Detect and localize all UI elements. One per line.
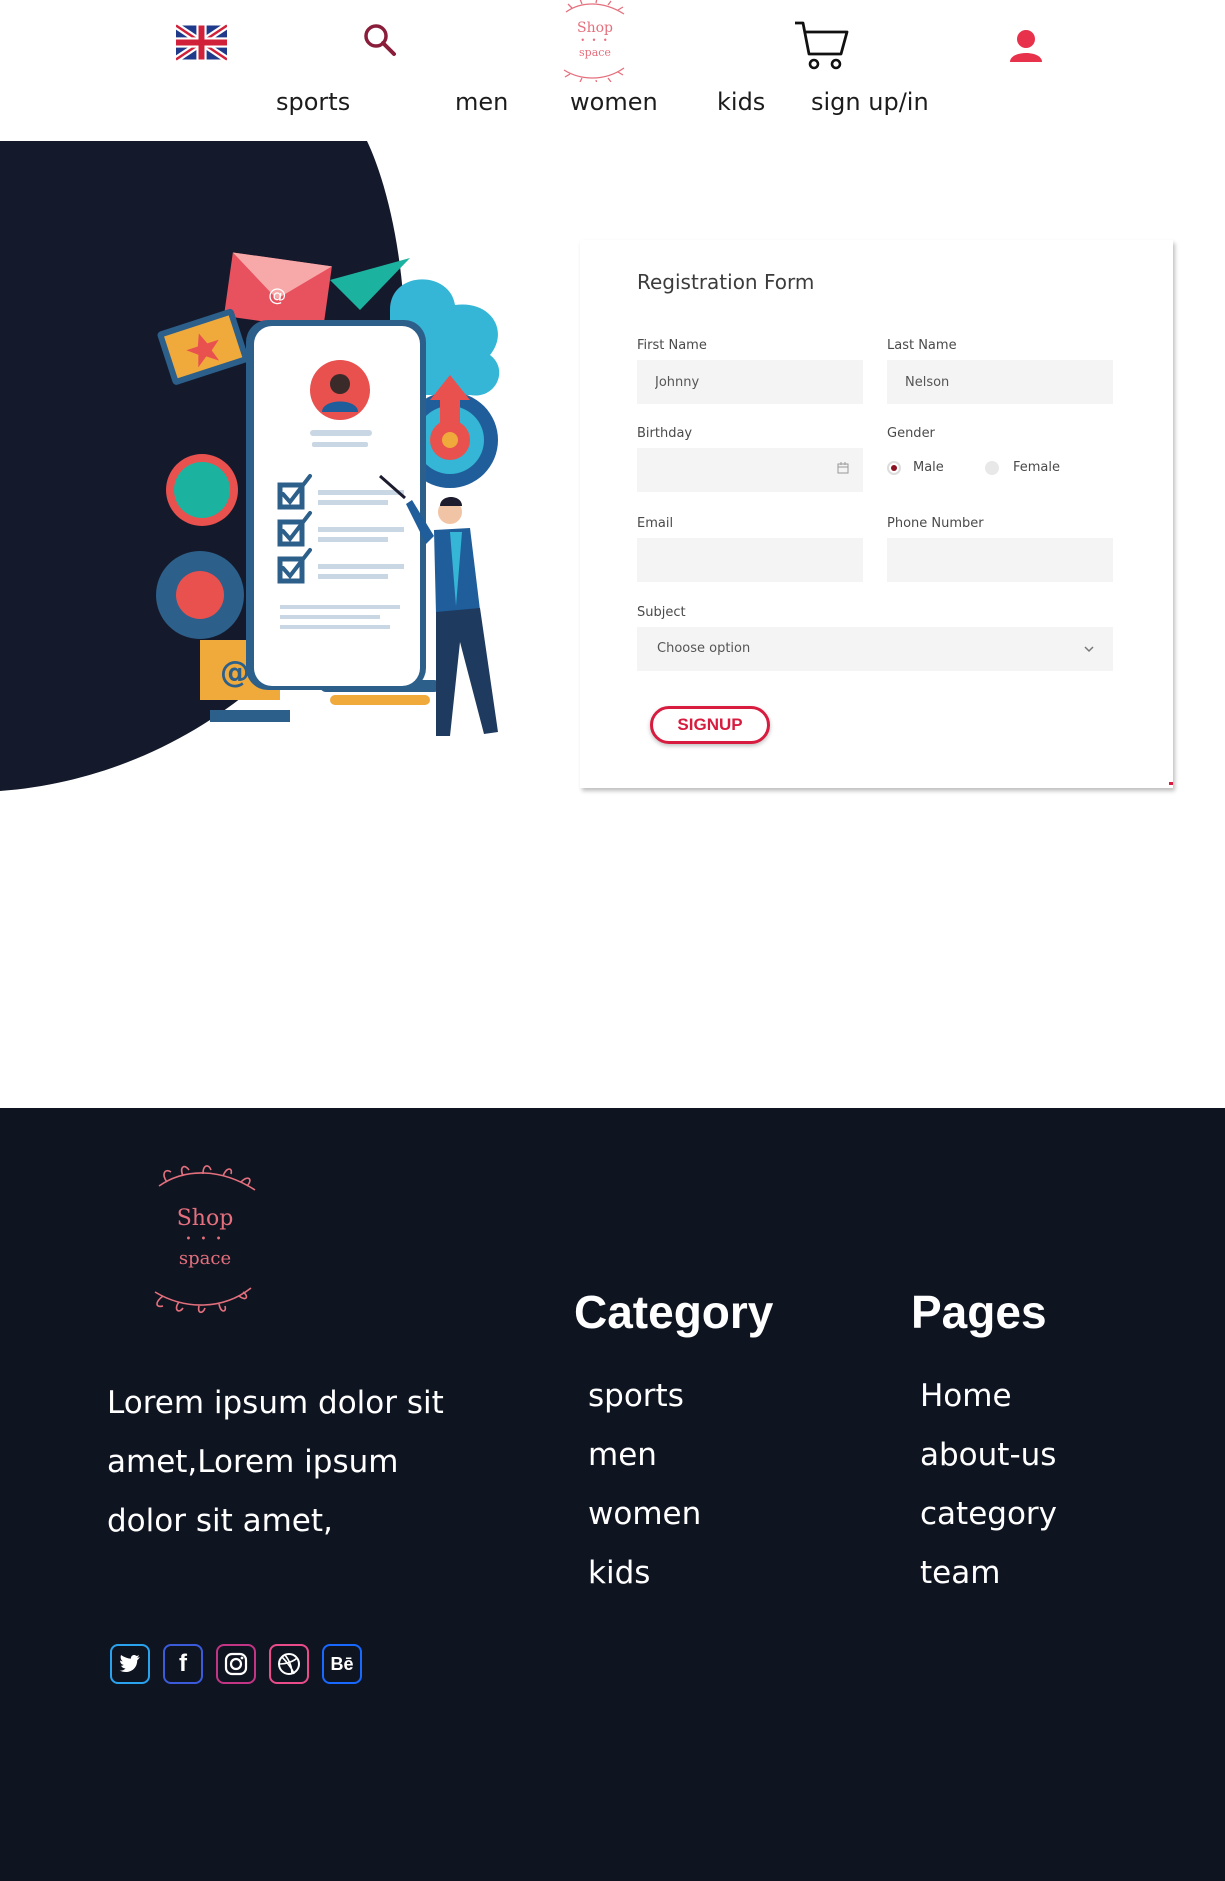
last-name-input[interactable] bbox=[887, 360, 1113, 404]
site-logo[interactable]: Shop • • • space bbox=[558, 0, 632, 82]
cart-icon[interactable] bbox=[793, 20, 851, 72]
nav-kids[interactable]: kids bbox=[717, 88, 765, 116]
subject-selected-value: Choose option bbox=[657, 641, 751, 656]
search-icon[interactable] bbox=[362, 22, 398, 58]
first-name-label: First Name bbox=[637, 338, 707, 353]
facebook-icon[interactable]: f bbox=[163, 1644, 203, 1684]
footer-link-category[interactable]: category bbox=[920, 1496, 1057, 1532]
birthday-input[interactable] bbox=[637, 448, 863, 492]
gender-label: Gender bbox=[887, 426, 935, 441]
registration-form-card: Registration Form First Name Last Name B… bbox=[580, 240, 1173, 788]
subject-select[interactable]: Choose option bbox=[637, 627, 1113, 671]
footer-about-text: Lorem ipsum dolor sit amet,Lorem ipsum d… bbox=[107, 1385, 444, 1539]
svg-text:@: @ bbox=[267, 284, 288, 307]
email-label: Email bbox=[637, 516, 674, 531]
footer-link-about-us[interactable]: about-us bbox=[920, 1437, 1056, 1473]
footer-logo-dots: • • • bbox=[185, 1234, 225, 1245]
pages-heading: Pages bbox=[911, 1286, 1047, 1338]
dribbble-icon[interactable] bbox=[269, 1644, 309, 1684]
calendar-icon[interactable] bbox=[837, 462, 849, 474]
birthday-label: Birthday bbox=[637, 426, 693, 441]
user-icon[interactable] bbox=[1008, 28, 1044, 64]
logo-line2: space bbox=[579, 46, 611, 59]
behance-icon[interactable]: Bē bbox=[322, 1644, 362, 1684]
footer-link-men[interactable]: men bbox=[588, 1437, 657, 1473]
footer-logo-line1: Shop bbox=[176, 1206, 234, 1231]
phone-label: Phone Number bbox=[887, 516, 984, 531]
card-accent-mark bbox=[1169, 782, 1173, 785]
gender-female-label: Female bbox=[1013, 460, 1061, 475]
phone-input[interactable] bbox=[887, 538, 1113, 582]
nav-signup[interactable]: sign up/in bbox=[811, 88, 929, 116]
form-title: Registration Form bbox=[637, 270, 815, 294]
footer-link-kids[interactable]: kids bbox=[588, 1555, 650, 1591]
category-heading: Category bbox=[574, 1286, 774, 1338]
footer-logo[interactable]: Shop • • • space bbox=[145, 1164, 265, 1314]
chevron-down-icon[interactable] bbox=[1083, 643, 1095, 653]
footer-link-team[interactable]: team bbox=[920, 1555, 1000, 1591]
signup-button[interactable]: SIGNUP bbox=[650, 706, 770, 744]
logo-dots: • • • bbox=[580, 36, 610, 45]
site-header: Shop • • • space sports men women kids s… bbox=[0, 0, 1225, 140]
gender-male-label: Male bbox=[913, 460, 944, 475]
registration-illustration: @ @ bbox=[156, 252, 500, 736]
gender-female-radio[interactable] bbox=[985, 461, 999, 475]
first-name-input[interactable] bbox=[637, 360, 863, 404]
logo-line1: Shop bbox=[577, 20, 613, 36]
last-name-label: Last Name bbox=[887, 338, 957, 353]
nav-men[interactable]: men bbox=[455, 88, 508, 116]
footer-link-women[interactable]: women bbox=[588, 1496, 701, 1532]
instagram-icon[interactable] bbox=[216, 1644, 256, 1684]
footer-logo-line2: space bbox=[178, 1248, 232, 1269]
nav-sports[interactable]: sports bbox=[276, 88, 350, 116]
radio-dot bbox=[891, 465, 897, 471]
svg-text:@: @ bbox=[220, 655, 250, 690]
footer-link-sports[interactable]: sports bbox=[588, 1378, 684, 1414]
subject-label: Subject bbox=[637, 605, 686, 620]
language-flag-icon[interactable] bbox=[174, 22, 229, 63]
nav-women[interactable]: women bbox=[570, 88, 658, 116]
twitter-icon[interactable] bbox=[110, 1644, 150, 1684]
gender-male-radio[interactable] bbox=[887, 461, 901, 475]
email-input[interactable] bbox=[637, 538, 863, 582]
footer-link-home[interactable]: Home bbox=[920, 1378, 1012, 1414]
